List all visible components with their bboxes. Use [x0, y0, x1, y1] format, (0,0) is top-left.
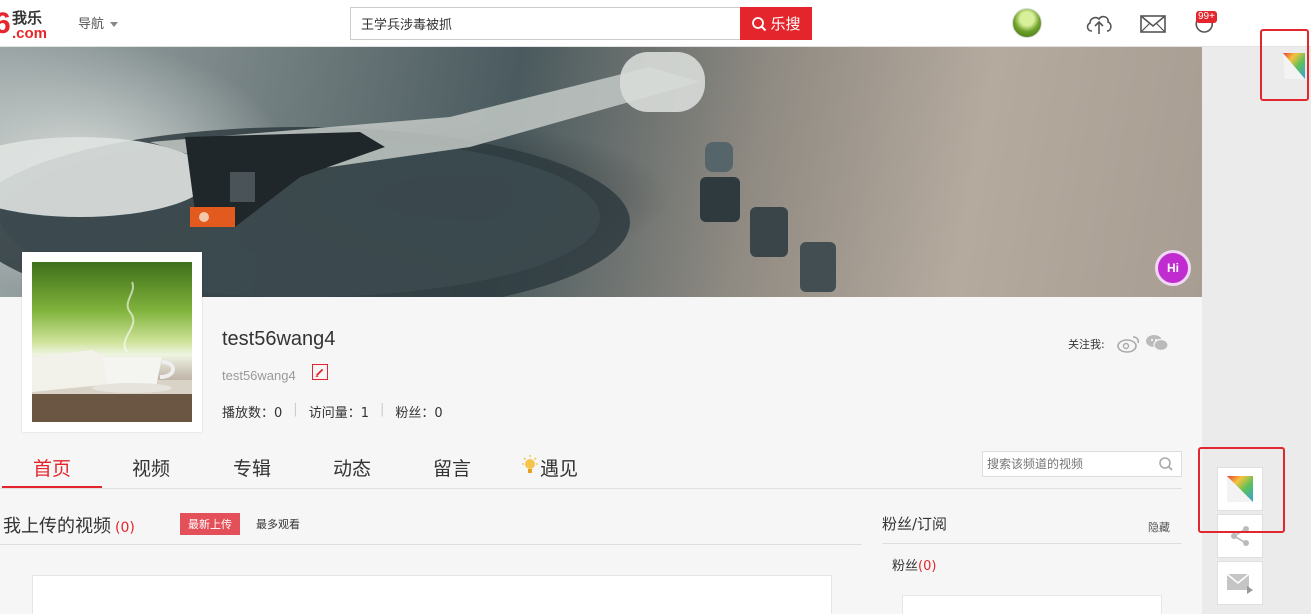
my-videos-count: (0): [115, 520, 135, 536]
channel-stats: 播放数：0 | 访问量：1 | 粉丝：0: [222, 402, 443, 421]
search-icon[interactable]: [1158, 456, 1174, 472]
edit-icon[interactable]: [312, 364, 328, 380]
skin-button-top[interactable]: [1262, 30, 1308, 96]
hi-badge-button[interactable]: Hi: [1155, 250, 1191, 286]
user-avatar[interactable]: [1012, 8, 1042, 38]
divider: [882, 543, 1182, 544]
video-list-panel: [32, 575, 832, 614]
skin-button[interactable]: [1217, 467, 1263, 511]
logo-number: 6: [0, 7, 11, 40]
wechat-icon[interactable]: [1144, 332, 1170, 354]
channel-user-id: test56wang4: [222, 368, 296, 383]
tab-meet-label: 遇见: [540, 458, 579, 480]
most-viewed-link[interactable]: 最多观看: [256, 516, 300, 532]
follow-me-label: 关注我:: [1068, 338, 1105, 351]
page: 6 我乐 .com 导航 乐搜 99+: [0, 0, 1311, 614]
tab-albums[interactable]: 专辑: [233, 454, 271, 488]
active-tab-indicator: [2, 486, 102, 488]
stat-fans: 粉丝：0: [395, 406, 443, 421]
channel-search-input[interactable]: [982, 451, 1182, 477]
notification-badge: 99+: [1196, 11, 1217, 23]
feedback-button[interactable]: [1217, 561, 1263, 605]
nav-menu-label: 导航: [78, 17, 105, 32]
search-button[interactable]: 乐搜: [740, 7, 812, 40]
fans-subscriptions-title: 粉丝/订阅: [882, 515, 948, 533]
search-input[interactable]: [350, 7, 740, 40]
share-button[interactable]: [1217, 514, 1263, 558]
weibo-icon[interactable]: [1116, 332, 1142, 354]
lightbulb-icon: [522, 455, 538, 473]
skin-icon: [1283, 53, 1305, 79]
stat-plays: 播放数：0: [222, 406, 283, 421]
fans-list-panel: [902, 595, 1162, 614]
tab-videos[interactable]: 视频: [132, 454, 170, 488]
stat-separator: |: [379, 402, 385, 417]
logo-text: 我乐: [12, 9, 43, 27]
feedback-icon: [1226, 573, 1253, 594]
tab-meet[interactable]: 遇见: [520, 454, 578, 488]
channel-username: test56wang4: [222, 328, 336, 350]
tab-messages[interactable]: 留言: [433, 454, 471, 488]
skin-icon: [1227, 476, 1253, 502]
top-bar: 6 我乐 .com 导航 乐搜 99+: [0, 0, 1311, 47]
stat-separator: |: [293, 402, 298, 417]
tab-home[interactable]: 首页: [33, 454, 71, 488]
logo-domain: .com: [12, 25, 48, 42]
stat-visits: 访问量：1: [308, 406, 369, 421]
fans-count-label: 粉丝(0): [892, 559, 937, 574]
avatar-image: [32, 262, 192, 422]
site-logo[interactable]: 6 我乐 .com: [0, 6, 60, 42]
nav-menu[interactable]: 导航: [78, 13, 119, 32]
chevron-down-icon: [110, 22, 119, 27]
my-videos-title: 我上传的视频 (0): [3, 516, 135, 537]
upload-icon[interactable]: [1084, 10, 1114, 38]
search-button-label: 乐搜: [770, 15, 801, 33]
mail-icon[interactable]: [1138, 10, 1168, 38]
divider: [0, 544, 862, 545]
tab-activity[interactable]: 动态: [333, 454, 371, 488]
hide-link[interactable]: 隐藏: [1148, 519, 1170, 535]
search-icon: [752, 16, 767, 31]
share-icon: [1231, 526, 1249, 546]
channel-avatar[interactable]: [22, 252, 202, 432]
latest-upload-button[interactable]: 最新上传: [180, 513, 240, 535]
